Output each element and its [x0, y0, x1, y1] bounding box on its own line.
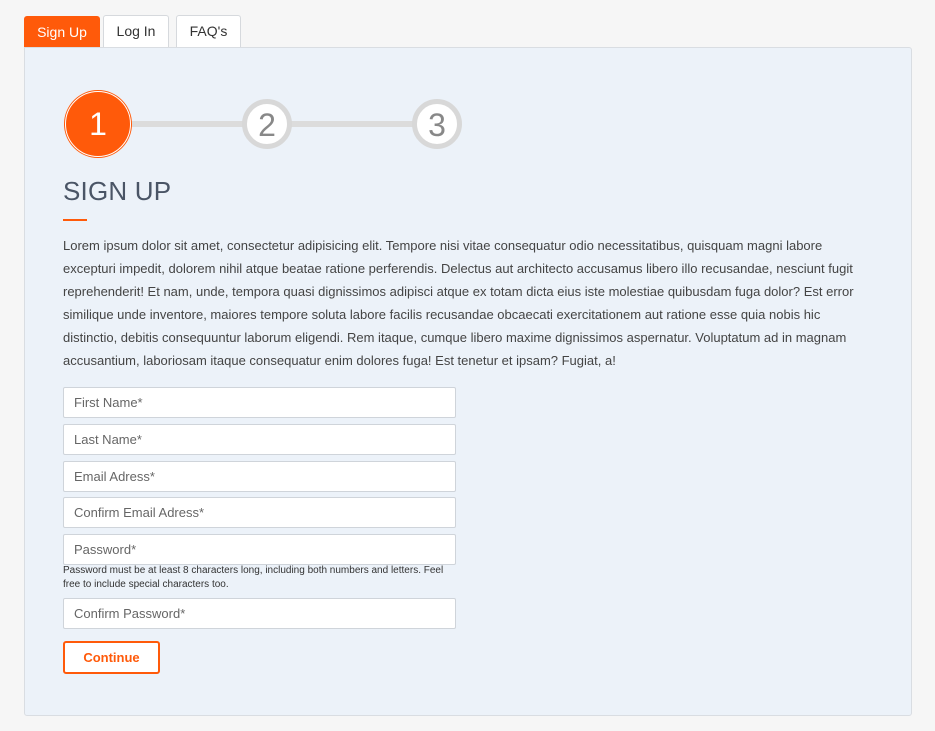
- confirm-password-input[interactable]: [63, 598, 456, 629]
- signup-panel: 1 2 3 SIGN UP Lorem ipsum dolor sit amet…: [24, 47, 912, 716]
- continue-button[interactable]: Continue: [63, 641, 160, 674]
- progress-line-2-3: [283, 121, 423, 127]
- first-name-input[interactable]: [63, 387, 456, 418]
- last-name-input[interactable]: [63, 424, 456, 455]
- confirm-email-input[interactable]: [63, 497, 456, 528]
- progress-step-2: 2: [242, 99, 292, 149]
- password-help-text: Password must be at least 8 characters l…: [63, 565, 444, 590]
- progress-line-1-2: [125, 121, 255, 127]
- page-title: SIGN UP: [63, 176, 172, 206]
- progress-step-1: 1: [65, 91, 131, 157]
- tab-log-in[interactable]: Log In: [103, 15, 169, 48]
- tab-faqs[interactable]: FAQ's: [176, 15, 241, 48]
- password-input[interactable]: [63, 534, 456, 565]
- progress-step-3: 3: [412, 99, 462, 149]
- intro-text: Lorem ipsum dolor sit amet, consectetur …: [63, 238, 854, 368]
- title-divider: [63, 219, 87, 221]
- tab-sign-up[interactable]: Sign Up: [24, 16, 100, 48]
- email-input[interactable]: [63, 461, 456, 492]
